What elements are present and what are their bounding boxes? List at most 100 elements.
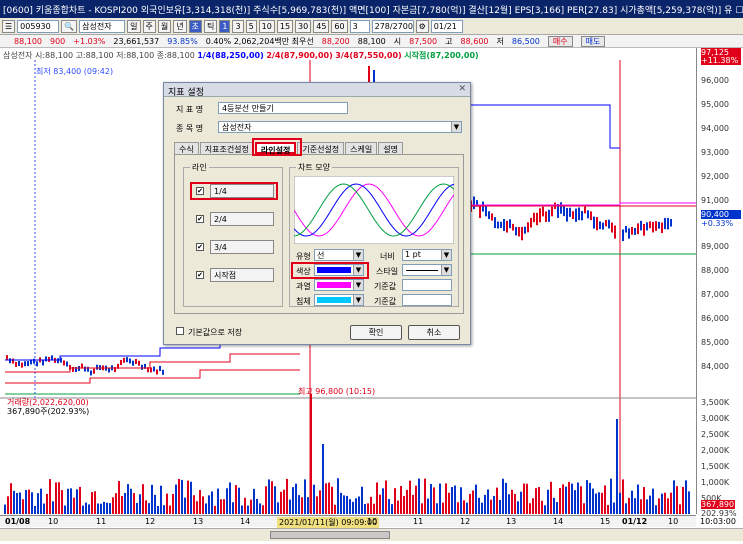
line2-item[interactable]: 2/4 <box>210 212 274 226</box>
dialog-title: 지표 설정 <box>168 88 204 98</box>
count-select[interactable]: 3 <box>349 19 370 33</box>
volume-bar <box>493 496 495 514</box>
vol-tick-2000k: 2,000K <box>701 446 730 455</box>
candle <box>153 366 155 372</box>
minute-45-button[interactable]: 45 <box>313 19 330 33</box>
volume-bar <box>115 493 117 514</box>
candle <box>524 226 526 234</box>
tab-description[interactable]: 설명 <box>378 142 403 154</box>
start-checkbox[interactable]: ✔ <box>196 271 204 279</box>
line1-checkbox[interactable]: ✔ <box>196 187 204 195</box>
style-label: 스타일 <box>376 267 399 276</box>
tab-formula[interactable]: 수식 <box>174 142 199 154</box>
chart-shape-label: 차트 모양 <box>296 162 332 173</box>
tab-baseline[interactable]: 기준선설정 <box>297 142 345 154</box>
ok-button[interactable]: 확인 <box>350 325 402 340</box>
volume-bar <box>103 501 105 514</box>
chevron-down-icon: ▼ <box>451 122 461 132</box>
stock-select[interactable]: 삼성전자 ▼ <box>218 121 462 133</box>
base2-input[interactable] <box>402 294 452 306</box>
volume-bar <box>220 499 222 514</box>
volume-bar <box>544 505 546 514</box>
tick-button[interactable]: 틱 <box>204 19 218 33</box>
sell-button[interactable]: 매도 <box>580 35 606 47</box>
color-select[interactable]: ▼ <box>314 264 364 276</box>
volume-bar <box>550 481 552 514</box>
symbol-code-input[interactable]: 005930 <box>17 19 60 33</box>
over-color-select[interactable]: ▼ <box>314 279 364 291</box>
candle <box>488 211 490 220</box>
volume-bar <box>508 494 510 514</box>
line3-checkbox[interactable]: ✔ <box>196 243 204 251</box>
chevron-down-icon: ▼ <box>441 265 451 275</box>
under-color-select[interactable]: ▼ <box>314 294 364 306</box>
scroll-thumb[interactable] <box>270 531 390 539</box>
tab-conditions[interactable]: 지표조건설정 <box>199 142 254 154</box>
period-year-button[interactable]: 년 <box>173 19 187 33</box>
price-axis[interactable]: 97,125 +11.38% 96,000 95,000 94,000 93,0… <box>696 48 743 518</box>
volume-bar <box>163 505 165 514</box>
search-icon[interactable]: 🔍 <box>61 19 78 33</box>
stock-name-field[interactable]: 삼성전자 <box>79 19 126 33</box>
minute-60-button[interactable]: 60 <box>331 19 348 33</box>
volume-bar <box>250 499 252 514</box>
buy-button[interactable]: 매수 <box>547 35 573 47</box>
minute-10-button[interactable]: 10 <box>258 19 275 33</box>
volume-bar <box>616 419 618 514</box>
time-axis[interactable]: 01/08 10 11 12 13 14 2021/01/11(월) 09:09… <box>0 515 696 528</box>
tab-scale[interactable]: 스케일 <box>345 142 378 154</box>
candle <box>649 221 651 229</box>
settings-icon[interactable]: ⚙ <box>415 19 429 33</box>
volume-bar <box>682 486 684 514</box>
volume-bar <box>178 478 180 514</box>
width-select[interactable]: 1 pt ▼ <box>402 249 452 261</box>
candle <box>18 361 20 367</box>
close-icon[interactable]: ✕ <box>458 84 466 94</box>
volume-bar <box>280 491 282 514</box>
period-month-button[interactable]: 월 <box>157 19 172 33</box>
start-item[interactable]: 시작점 <box>210 268 274 282</box>
save-default-label: 기본값으로 저장 <box>188 328 243 337</box>
minute-5-button[interactable]: 5 <box>245 19 257 33</box>
line2-checkbox[interactable]: ✔ <box>196 215 204 223</box>
volume-bar <box>298 495 300 514</box>
volume-bar <box>367 503 369 514</box>
candle <box>503 219 505 231</box>
volume-bar <box>328 482 330 514</box>
volume-bar <box>166 493 168 514</box>
indicator-name-field[interactable]: 4등분선 만들기 <box>218 102 348 114</box>
candle <box>45 356 47 362</box>
volume-bar <box>688 491 690 514</box>
volume-bar <box>154 494 156 514</box>
cancel-button[interactable]: 취소 <box>408 325 460 340</box>
candle <box>12 358 14 364</box>
candle <box>563 205 565 217</box>
volume-bar <box>121 495 123 514</box>
minute-30-button[interactable]: 30 <box>295 19 312 33</box>
candle <box>15 361 17 367</box>
volume-bar <box>661 493 663 514</box>
minute-15-button[interactable]: 15 <box>276 19 294 33</box>
minute-3-button[interactable]: 3 <box>232 19 244 33</box>
save-default-checkbox[interactable] <box>176 327 184 335</box>
volume-bar <box>85 502 87 514</box>
type-select[interactable]: 선 ▼ <box>314 249 364 261</box>
minute-1-button[interactable]: 1 <box>219 19 231 33</box>
period-week-button[interactable]: 주 <box>142 19 156 33</box>
base1-input[interactable] <box>402 279 452 291</box>
type-select-value: 선 <box>317 251 325 260</box>
date-field[interactable]: 01/21 <box>430 19 463 33</box>
volume-bar <box>484 494 486 514</box>
dialog-titlebar: 지표 설정 ✕ <box>164 83 470 98</box>
style-select[interactable]: ▼ <box>402 264 452 276</box>
candle <box>497 221 499 229</box>
list-icon[interactable]: ☰ <box>2 19 16 33</box>
candle <box>521 226 523 241</box>
scroll-bar[interactable] <box>0 528 743 541</box>
bar-count-field[interactable]: 278/2700 <box>371 19 414 33</box>
period-day-button[interactable]: 일 <box>127 19 141 33</box>
line3-item[interactable]: 3/4 <box>210 240 274 254</box>
volume-bar <box>76 489 78 514</box>
period-second-button[interactable]: 초 <box>188 19 203 33</box>
line1-item[interactable]: 1/4 <box>210 184 274 198</box>
